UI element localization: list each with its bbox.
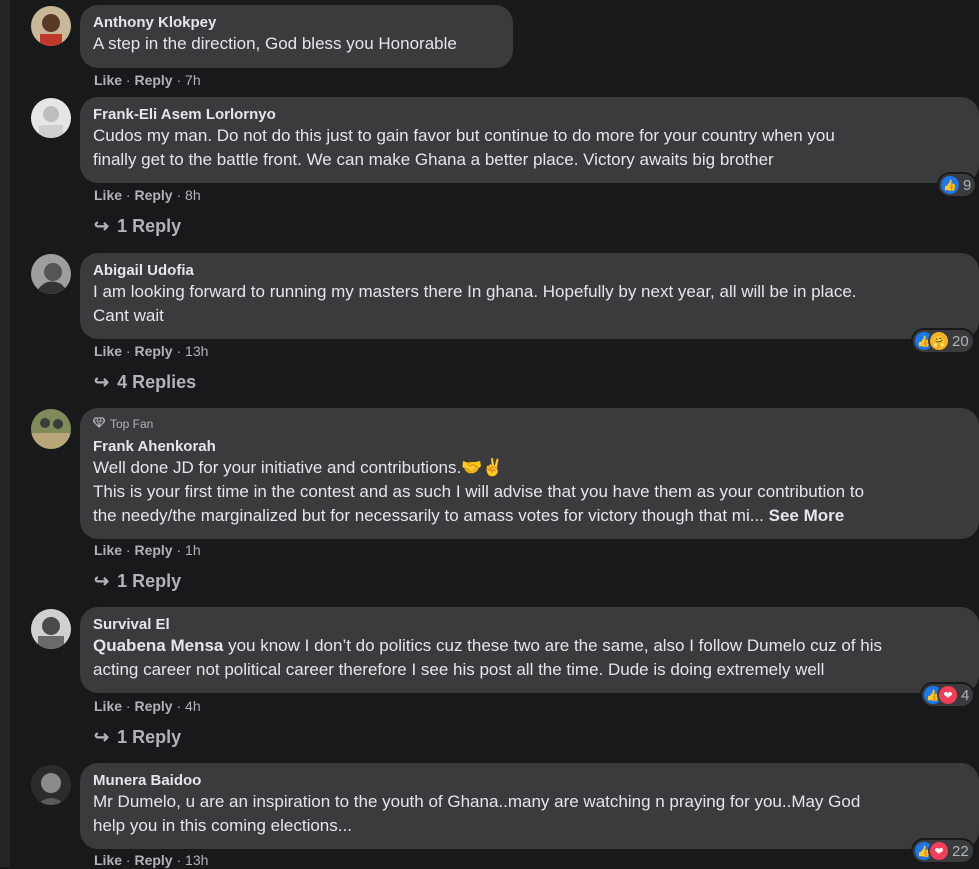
comment-author[interactable]: Anthony Klokpey: [93, 13, 500, 32]
comment-actions: Like · Reply · 13h: [94, 852, 209, 868]
comment-author[interactable]: Frank-Eli Asem Lorlornyo: [93, 105, 966, 124]
view-replies-link[interactable]: ↪ 1 Reply: [94, 216, 181, 237]
view-replies-link[interactable]: ↪ 1 Reply: [94, 727, 181, 748]
like-link[interactable]: Like: [94, 187, 122, 203]
love-reaction-icon: ❤: [939, 686, 957, 704]
comment-bubble: Top Fan Frank Ahenkorah Well done JD for…: [80, 408, 979, 539]
replies-count: 1 Reply: [117, 216, 182, 236]
comment-text-line: Cant wait: [93, 306, 164, 325]
comment-text-line: Well done JD for your initiative and con…: [93, 458, 504, 477]
comment-actions: Like · Reply · 13h: [94, 343, 209, 359]
comment-text: A step in the direction, God bless you H…: [93, 34, 457, 53]
comment-text-line: I am looking forward to running my maste…: [93, 282, 857, 301]
mention-link[interactable]: Quabena Mensa: [93, 636, 223, 655]
comment-text-line: This is your first time in the contest a…: [93, 482, 865, 501]
comment-bubble: Abigail Udofia I am looking forward to r…: [80, 253, 979, 339]
reaction-summary[interactable]: 👍 9: [939, 174, 976, 196]
like-link[interactable]: Like: [94, 542, 122, 558]
comment-text-line: Cudos my man. Do not do this just to gai…: [93, 126, 835, 145]
comment-text-line: help you in this coming elections...: [93, 816, 352, 835]
avatar[interactable]: [31, 409, 71, 449]
comment-author[interactable]: Munera Baidoo: [93, 771, 966, 790]
comment-author[interactable]: Survival El: [93, 615, 966, 634]
comment-text-line: acting career not political career there…: [93, 660, 825, 679]
left-edge-panel: [0, 0, 10, 867]
like-reaction-icon: 👍: [941, 176, 959, 194]
avatar[interactable]: [31, 765, 71, 805]
comment-actions: Like · Reply · 4h: [94, 698, 201, 714]
badge-label: Top Fan: [110, 417, 154, 431]
comment-time[interactable]: 1h: [185, 542, 201, 558]
reply-arrow-icon: ↪: [94, 571, 110, 591]
like-link[interactable]: Like: [94, 698, 122, 714]
comment-author[interactable]: Abigail Udofia: [93, 261, 966, 280]
comment-time[interactable]: 13h: [185, 343, 208, 359]
reaction-summary[interactable]: 👍 ❤ 22: [913, 840, 973, 862]
comment-time[interactable]: 13h: [185, 852, 208, 868]
reply-link[interactable]: Reply: [134, 187, 172, 203]
reply-arrow-icon: ↪: [94, 372, 110, 392]
reaction-count: 9: [963, 176, 972, 194]
view-replies-link[interactable]: ↪ 4 Replies: [94, 372, 196, 393]
comment-author[interactable]: Frank Ahenkorah: [93, 437, 966, 456]
reaction-count: 4: [961, 686, 970, 704]
comment-bubble: Anthony Klokpey A step in the direction,…: [80, 5, 513, 68]
reply-arrow-icon: ↪: [94, 216, 110, 236]
like-link[interactable]: Like: [94, 343, 122, 359]
like-link[interactable]: Like: [94, 72, 122, 88]
diamond-icon: [92, 416, 106, 432]
reaction-count: 20: [952, 332, 969, 350]
comment-bubble: Munera Baidoo Mr Dumelo, u are an inspir…: [80, 763, 979, 849]
comment-actions: Like · Reply · 1h: [94, 542, 201, 558]
replies-count: 4 Replies: [117, 372, 197, 392]
view-replies-link[interactable]: ↪ 1 Reply: [94, 571, 181, 592]
comment-bubble: Frank-Eli Asem Lorlornyo Cudos my man. D…: [80, 97, 979, 183]
reply-arrow-icon: ↪: [94, 727, 110, 747]
reaction-summary[interactable]: 👍 🤗 20: [913, 330, 973, 352]
comment-text-line: finally get to the battle front. We can …: [93, 150, 774, 169]
avatar[interactable]: [31, 98, 71, 138]
comment-bubble: Survival El Quabena Mensa you know I don…: [80, 607, 979, 693]
reply-link[interactable]: Reply: [134, 852, 172, 868]
comment-time[interactable]: 8h: [185, 187, 201, 203]
care-reaction-icon: 🤗: [930, 332, 948, 350]
avatar[interactable]: [31, 609, 71, 649]
avatar[interactable]: [31, 6, 71, 46]
comment-actions: Like · Reply · 8h: [94, 187, 201, 203]
avatar[interactable]: [31, 254, 71, 294]
reaction-count: 22: [952, 842, 969, 860]
replies-count: 1 Reply: [117, 727, 182, 747]
comment-text-line: Quabena Mensa you know I don’t do politi…: [93, 636, 882, 655]
replies-count: 1 Reply: [117, 571, 182, 591]
top-fan-badge[interactable]: Top Fan: [92, 416, 966, 432]
comment-actions: Like · Reply · 7h: [94, 72, 201, 88]
comment-time[interactable]: 7h: [185, 72, 201, 88]
comment-time[interactable]: 4h: [185, 698, 201, 714]
see-more-link[interactable]: See More: [769, 506, 845, 525]
comment-text-line: Mr Dumelo, u are an inspiration to the y…: [93, 792, 861, 811]
reaction-summary[interactable]: 👍 ❤ 4: [922, 684, 974, 706]
comment-text-line: the needy/the marginalized but for neces…: [93, 506, 845, 525]
reply-link[interactable]: Reply: [134, 343, 172, 359]
reply-link[interactable]: Reply: [134, 542, 172, 558]
like-link[interactable]: Like: [94, 852, 122, 868]
reply-link[interactable]: Reply: [134, 698, 172, 714]
reply-link[interactable]: Reply: [134, 72, 172, 88]
love-reaction-icon: ❤: [930, 842, 948, 860]
